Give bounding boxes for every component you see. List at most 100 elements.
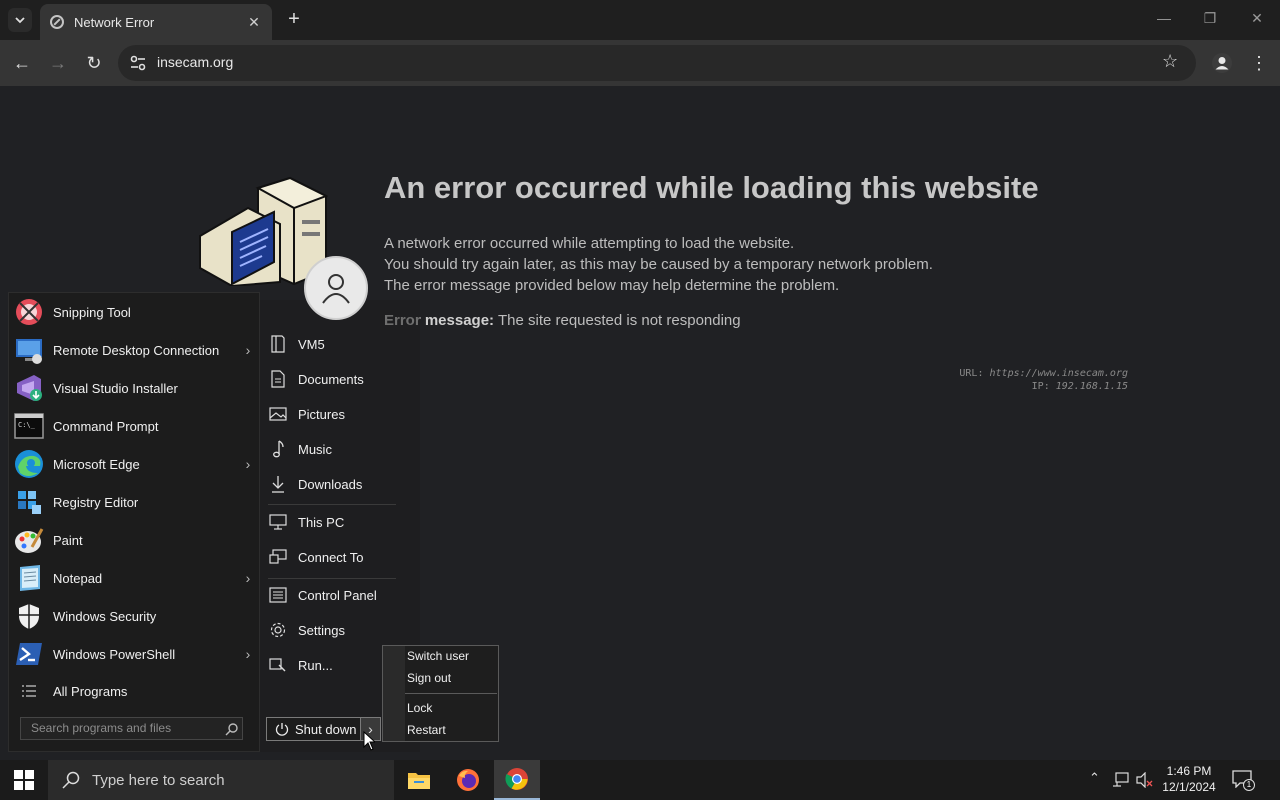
notepad-icon [13, 562, 45, 594]
program-label: Microsoft Edge [53, 456, 140, 472]
program-label: Paint [53, 532, 83, 548]
reload-icon[interactable]: ↻ [82, 52, 106, 74]
place-item-documents[interactable]: Documents [268, 364, 398, 394]
place-item-control-panel[interactable]: Control Panel [268, 580, 398, 610]
ip-label: IP: [1031, 381, 1050, 392]
forward-icon[interactable]: → [46, 52, 70, 74]
place-label: Music [298, 441, 332, 457]
program-item-powershell[interactable]: Windows PowerShell › [10, 635, 258, 673]
place-item-this-pc[interactable]: This PC [268, 507, 398, 537]
chevron-up-icon[interactable]: ⌃ [1089, 770, 1100, 786]
close-icon[interactable]: ✕ [246, 14, 262, 31]
connect-icon [268, 547, 288, 567]
edge-icon [13, 448, 45, 480]
program-item-vs-installer[interactable]: Visual Studio Installer [10, 369, 258, 407]
chevron-right-icon[interactable]: › [238, 342, 258, 358]
clock-date: 12/1/2024 [1162, 780, 1216, 794]
search-icon[interactable] [225, 722, 239, 736]
music-icon [268, 439, 288, 459]
restore-icon[interactable]: ❐ [1198, 10, 1222, 30]
chevron-right-icon[interactable]: › [238, 456, 258, 472]
taskbar-firefox[interactable] [445, 760, 491, 800]
place-label: Run... [298, 657, 333, 673]
window-close-icon[interactable]: ✕ [1245, 10, 1269, 30]
taskbar-search-box[interactable]: Type here to search [48, 760, 394, 800]
program-label: Windows PowerShell [53, 646, 176, 662]
firefox-icon [457, 769, 479, 791]
menu-item-switch-user[interactable]: Switch user [407, 649, 469, 663]
error-line: You should try again later, as this may … [384, 256, 933, 273]
chrome-icon [505, 768, 528, 790]
place-label: This PC [298, 514, 345, 530]
error-line: The error message provided below may hel… [384, 277, 840, 294]
back-icon[interactable]: ← [10, 52, 34, 74]
shutdown-button[interactable]: Shut down [266, 717, 361, 741]
user-icon [322, 274, 350, 304]
menu-separator [405, 693, 497, 694]
browser-tab[interactable]: Network Error ✕ [40, 4, 272, 40]
user-avatar[interactable] [304, 256, 368, 320]
program-item-command-prompt[interactable]: C:\_ Command Prompt [10, 407, 258, 445]
place-item-music[interactable]: Music [268, 434, 398, 464]
place-item-run[interactable]: Run... [268, 650, 398, 680]
place-label: Settings [298, 622, 345, 638]
address-text[interactable]: insecam.org [157, 54, 233, 70]
chevron-right-icon[interactable]: › [238, 570, 258, 586]
place-label: Pictures [298, 406, 345, 422]
command-prompt-icon: C:\_ [13, 410, 45, 442]
minimize-icon[interactable]: — [1152, 10, 1176, 30]
taskbar-chrome[interactable] [494, 760, 540, 800]
program-item-edge[interactable]: Microsoft Edge › [10, 445, 258, 483]
shutdown-label: Shut down [295, 721, 357, 737]
program-item-snipping-tool[interactable]: Snipping Tool [10, 293, 258, 331]
run-icon [268, 655, 288, 675]
place-label: VM5 [298, 336, 325, 352]
volume-muted-icon[interactable] [1136, 772, 1154, 788]
profile-icon[interactable] [1212, 53, 1232, 73]
program-item-paint[interactable]: Paint [10, 521, 258, 559]
chevron-down-icon [15, 17, 25, 24]
taskbar-clock[interactable]: 1:46 PM 12/1/2024 [1154, 763, 1224, 795]
search-icon [62, 771, 80, 789]
windows-logo-icon [14, 770, 34, 790]
program-item-windows-security[interactable]: Windows Security [10, 597, 258, 635]
site-settings-icon[interactable] [128, 53, 148, 73]
place-item-downloads[interactable]: Downloads [268, 469, 398, 499]
program-item-notepad[interactable]: Notepad › [10, 559, 258, 597]
menu-item-sign-out[interactable]: Sign out [407, 671, 451, 685]
program-item-registry-editor[interactable]: Registry Editor [10, 483, 258, 521]
address-bar[interactable] [118, 45, 1196, 81]
menu-item-restart[interactable]: Restart [407, 723, 446, 737]
shield-icon [13, 600, 45, 632]
all-programs-button[interactable]: All Programs [10, 680, 258, 702]
error-message-value: The site requested is not responding [497, 312, 741, 329]
program-label: Command Prompt [53, 418, 159, 434]
svg-text:C:\_: C:\_ [18, 421, 36, 429]
network-icon[interactable] [1112, 772, 1130, 788]
program-label: Snipping Tool [53, 304, 131, 320]
tab-search-button[interactable] [8, 8, 32, 32]
place-item-settings[interactable]: Settings [268, 615, 398, 645]
program-label: Remote Desktop Connection [53, 342, 220, 358]
paint-icon [13, 524, 45, 556]
remote-desktop-icon [13, 334, 45, 366]
place-item-pictures[interactable]: Pictures [268, 399, 398, 429]
mouse-cursor-icon [363, 731, 375, 751]
new-tab-button[interactable]: + [282, 8, 306, 32]
notification-center-button[interactable]: 1 [1232, 770, 1255, 791]
powershell-icon [13, 638, 45, 670]
menu-item-lock[interactable]: Lock [407, 701, 432, 715]
star-icon[interactable]: ☆ [1162, 51, 1178, 72]
place-item-vm5[interactable]: VM5 [268, 329, 398, 359]
places-separator [268, 578, 396, 579]
snipping-tool-icon [13, 296, 45, 328]
program-item-remote-desktop[interactable]: Remote Desktop Connection › [10, 331, 258, 369]
taskbar-file-explorer[interactable] [396, 760, 442, 800]
menu-kebab-icon[interactable]: ⋮ [1250, 50, 1268, 76]
taskbar-search-placeholder: Type here to search [92, 771, 225, 789]
chevron-right-icon[interactable]: › [238, 646, 258, 662]
start-search-input[interactable]: Search programs and files [20, 717, 243, 740]
document-icon [268, 369, 288, 389]
place-item-connect-to[interactable]: Connect To [268, 542, 398, 572]
start-button[interactable] [0, 760, 48, 800]
